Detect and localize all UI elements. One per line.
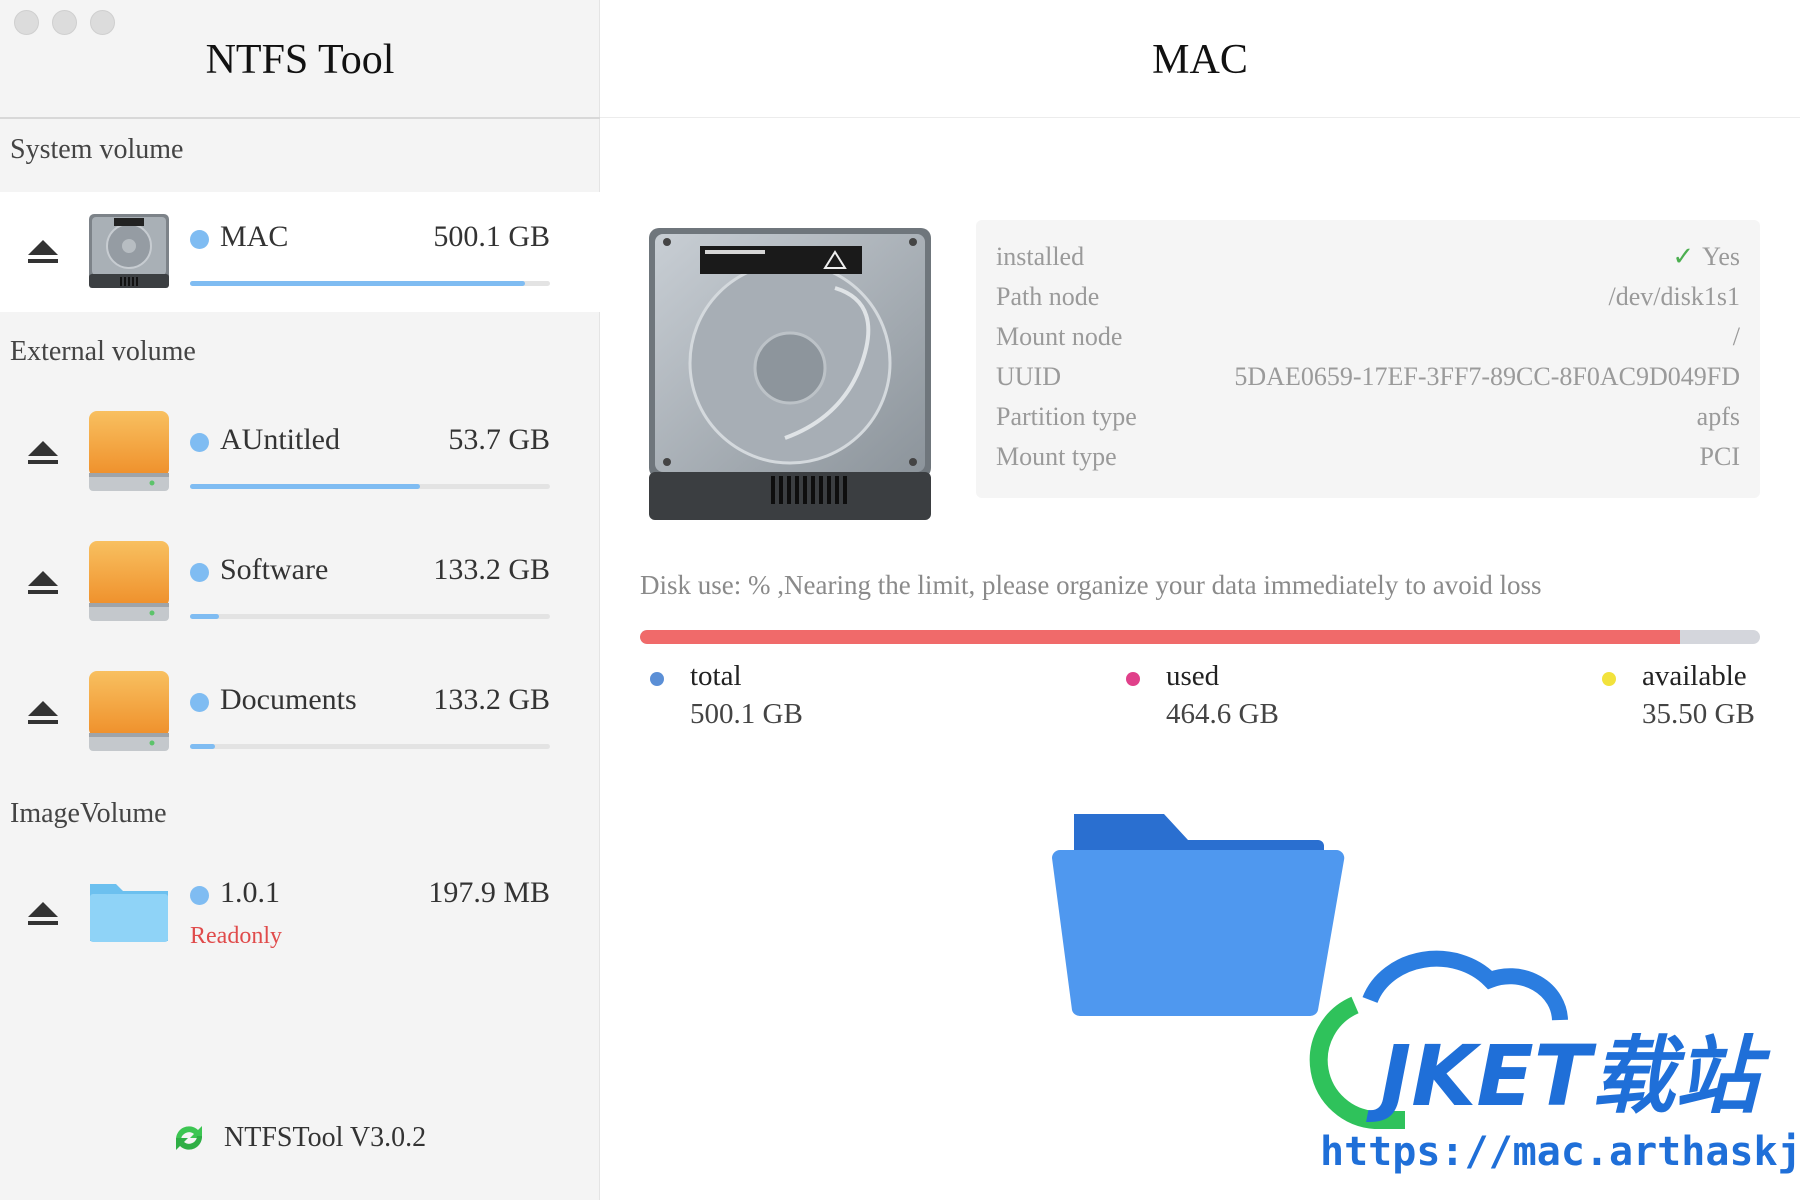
readonly-badge: Readonly: [190, 923, 282, 949]
info-value: /: [1732, 322, 1740, 351]
volume-name: Software: [220, 553, 329, 586]
info-key: UUID: [996, 362, 1061, 391]
legend-value: 35.50 GB: [1642, 698, 1755, 730]
hard-disk-illustration: [649, 228, 931, 520]
legend-dot: [1602, 672, 1616, 686]
sync-icon: [175, 1126, 203, 1150]
volume-usage-bar: [190, 614, 550, 619]
info-key: Partition type: [996, 402, 1137, 431]
eject-icon[interactable]: [28, 240, 58, 266]
close-window-button[interactable]: [14, 10, 39, 35]
volume-row-mac[interactable]: MAC 500.1 GB: [0, 192, 600, 312]
info-key: installed: [996, 242, 1085, 271]
folder-icon: [90, 884, 168, 942]
volume-row-software[interactable]: Software 133.2 GB: [0, 525, 600, 645]
watermark-brand: JKET载站: [1366, 1027, 1771, 1125]
sidebar: NTFS Tool System volume MAC 500.1 GB Ext…: [0, 0, 600, 1200]
volume-row-image[interactable]: 1.0.1 197.9 MB Readonly: [0, 860, 600, 980]
legend-label: used: [1166, 660, 1220, 692]
external-drive-icon: [89, 671, 169, 751]
volume-size: 133.2 GB: [433, 553, 550, 586]
volume-size: 133.2 GB: [433, 683, 550, 716]
info-value: apfs: [1696, 402, 1740, 431]
info-row-mount-type: Mount type PCI: [996, 442, 1740, 482]
header-divider: [600, 117, 1800, 118]
hard-disk-icon: [89, 214, 169, 288]
volume-name: MAC: [220, 220, 289, 253]
section-image-volume: ImageVolume: [10, 798, 167, 829]
volume-status-dot: [190, 563, 209, 582]
info-row-mount-node: Mount node /: [996, 322, 1740, 362]
volume-size: 197.9 MB: [428, 876, 550, 909]
external-drive-icon: [89, 411, 169, 491]
eject-icon[interactable]: [28, 571, 58, 597]
disk-usage-bar: [640, 630, 1760, 644]
info-row-partition-type: Partition type apfs: [996, 402, 1740, 442]
volume-info-panel: installed ✓ Yes Path node /dev/disk1s1 Mo…: [976, 220, 1760, 498]
info-key: Path node: [996, 282, 1100, 311]
volume-title: MAC: [1152, 37, 1248, 83]
info-row-installed: installed ✓ Yes: [996, 242, 1740, 282]
volume-usage-fill: [190, 281, 525, 286]
volume-row-auntitled[interactable]: AUntitled 53.7 GB: [0, 395, 600, 515]
volume-status-dot: [190, 693, 209, 712]
info-value: 5DAE0659-17EF-3FF7-89CC-8F0AC9D049FD: [1234, 362, 1740, 391]
volume-usage-bar: [190, 744, 550, 749]
legend-value: 500.1 GB: [690, 698, 803, 730]
watermark-logo: JKET载站 https://mac.arthaskj.top: [1309, 950, 1800, 1175]
volume-status-dot: [190, 886, 209, 905]
disk-usage-fill: [640, 630, 1681, 644]
main-panel: MAC installed ✓ Yes Path node /dev/disk1…: [600, 0, 1800, 1200]
volume-row-documents[interactable]: Documents 133.2 GB: [0, 655, 600, 775]
volume-status-dot: [190, 433, 209, 452]
app-version-label: NTFSTool V3.0.2: [224, 1122, 427, 1153]
check-icon: ✓: [1672, 242, 1695, 271]
legend-dot: [650, 672, 664, 686]
installed-value: Yes: [1702, 242, 1740, 271]
app-version: NTFSTool V3.0.2: [170, 1122, 426, 1154]
volume-usage-bar: [190, 484, 550, 489]
window-controls: [14, 10, 115, 35]
disk-use-warning: Disk use: % ,Nearing the limit, please o…: [640, 570, 1542, 600]
info-value: PCI: [1699, 442, 1740, 471]
eject-icon[interactable]: [28, 701, 58, 727]
volume-name: 1.0.1: [220, 876, 280, 909]
external-drive-icon: [89, 541, 169, 621]
volume-usage-bar: [190, 281, 550, 286]
volume-name: AUntitled: [220, 423, 340, 456]
info-value: ✓ Yes: [1672, 242, 1740, 272]
legend-label: total: [690, 660, 742, 692]
section-external-volume: External volume: [10, 336, 196, 367]
info-key: Mount type: [996, 442, 1117, 471]
volume-usage-fill: [190, 614, 219, 619]
header-divider: [0, 117, 600, 119]
volume-size: 53.7 GB: [448, 423, 550, 456]
zoom-window-button[interactable]: [90, 10, 115, 35]
legend-value: 464.6 GB: [1166, 698, 1279, 730]
section-system-volume: System volume: [10, 134, 184, 165]
eject-icon[interactable]: [28, 441, 58, 467]
legend-label: available: [1642, 660, 1747, 692]
volume-usage-fill: [190, 744, 216, 749]
volume-usage-fill: [190, 484, 421, 489]
eject-icon[interactable]: [28, 902, 58, 928]
info-key: Mount node: [996, 322, 1123, 351]
volume-name: Documents: [220, 683, 357, 716]
legend-dot: [1126, 672, 1140, 686]
app-title: NTFS Tool: [205, 37, 395, 83]
watermark-url: https://mac.arthaskj.top: [1320, 1129, 1800, 1175]
info-value: /dev/disk1s1: [1608, 282, 1740, 311]
info-row-uuid: UUID 5DAE0659-17EF-3FF7-89CC-8F0AC9D049F…: [996, 362, 1740, 402]
volume-status-dot: [190, 230, 209, 249]
info-row-path-node: Path node /dev/disk1s1: [996, 282, 1740, 322]
volume-size: 500.1 GB: [433, 220, 550, 253]
minimize-window-button[interactable]: [52, 10, 77, 35]
